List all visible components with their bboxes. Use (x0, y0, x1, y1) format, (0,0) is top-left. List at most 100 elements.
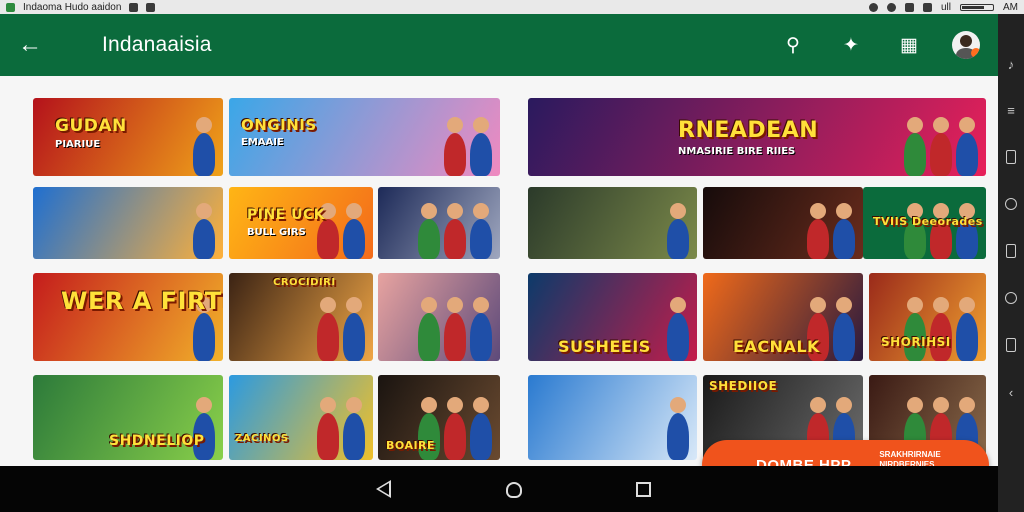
window-icon[interactable] (1006, 244, 1016, 258)
game-tile[interactable]: SUSHEEIS (528, 273, 697, 361)
character-head (907, 296, 923, 313)
game-title: SUSHEEIS (558, 337, 651, 356)
signal-text: ull (940, 1, 951, 13)
game-tile[interactable]: EACNALK (703, 273, 863, 361)
character-head (473, 203, 489, 220)
character-head (933, 296, 949, 313)
game-tile[interactable] (703, 187, 863, 259)
game-title: ZACINOS (235, 433, 289, 444)
character-head (810, 296, 826, 313)
nav-home-icon[interactable] (506, 482, 522, 498)
game-tile[interactable]: WER A FIRTIIA (33, 273, 223, 361)
character-head (933, 397, 949, 414)
character-head (810, 397, 826, 414)
game-title: SHORIHSI (881, 335, 951, 349)
game-title: SHEDIIOE (709, 379, 778, 393)
character-figure (956, 133, 978, 176)
character-figure (317, 312, 339, 361)
game-tile[interactable]: BOAIRE (378, 375, 500, 460)
character-head (836, 397, 852, 414)
character-head (447, 397, 463, 414)
nav-back-icon[interactable] (376, 480, 391, 498)
game-tile[interactable]: PINE UCK BULL GIRS (229, 187, 373, 259)
game-title: BOAIRE (386, 439, 436, 452)
character-figure (193, 133, 215, 176)
game-title: WER A FIRTIIA (61, 287, 223, 315)
search-icon[interactable]: ⚲ (778, 30, 808, 60)
character-head (836, 296, 852, 313)
character-figure (470, 413, 492, 460)
character-figure (444, 312, 466, 361)
game-tile[interactable]: TVIIS Deeorades (863, 187, 986, 259)
character-figure (667, 312, 689, 361)
page-title: Indanaaisia (102, 33, 212, 56)
game-tile[interactable]: SHORIHSI (869, 273, 986, 361)
character-head (421, 296, 437, 313)
nav-recents-icon[interactable] (636, 482, 651, 497)
chevron-left-icon[interactable]: ‹ (1005, 385, 1017, 400)
character-head (196, 203, 212, 220)
character-figure (317, 219, 339, 259)
bluetooth-icon (922, 2, 932, 12)
game-tile[interactable]: ONGINIS EMAAIE (229, 98, 500, 176)
game-subtitle: NMASIRIE BIRE RIIES (678, 146, 796, 157)
location-icon (886, 2, 896, 12)
character-figure (807, 219, 829, 259)
character-head (670, 296, 686, 313)
app-bar: ← Indanaaisia ⚲ ✦ ▦ (0, 14, 998, 76)
game-tile[interactable] (528, 375, 697, 460)
character-figure (930, 133, 952, 176)
game-subtitle: PIARIUE (55, 139, 101, 150)
menu-icon[interactable]: ≡ (1005, 103, 1017, 118)
character-head (810, 203, 826, 220)
game-tile[interactable]: GUDAN PIARIUE (33, 98, 223, 176)
character-head (670, 203, 686, 220)
character-head (421, 397, 437, 414)
character-figure (470, 312, 492, 361)
game-tile[interactable] (528, 187, 697, 259)
gallery-icon (146, 2, 156, 12)
qr-code-icon[interactable]: ▦ (894, 30, 924, 60)
avatar[interactable] (952, 31, 980, 59)
character-head (907, 397, 923, 414)
back-arrow-icon[interactable]: ← (18, 31, 54, 59)
status-corner-text: AM (1003, 1, 1018, 13)
game-tile[interactable]: SHDNELIOP (33, 375, 223, 460)
character-figure (193, 219, 215, 259)
character-figure (343, 413, 365, 460)
game-title: ONGINIS (241, 116, 317, 134)
game-tile[interactable] (378, 187, 500, 259)
game-title: SHDNELIOP (109, 433, 205, 449)
game-tile[interactable]: ZACINOS (229, 375, 373, 460)
game-tile[interactable]: RNEADEAN NMASIRIE BIRE RIIES (528, 98, 986, 176)
image-icon (129, 2, 139, 12)
game-title: PINE UCK (247, 207, 326, 223)
wifi-icon (868, 2, 878, 12)
character-head (320, 296, 336, 313)
character-figure (667, 219, 689, 259)
character-figure (956, 312, 978, 361)
character-figure (444, 219, 466, 259)
music-icon[interactable]: ♪ (1005, 57, 1017, 72)
record-icon[interactable] (1005, 292, 1017, 304)
character-figure (904, 133, 926, 176)
character-head (933, 117, 949, 134)
character-figure (418, 312, 440, 361)
tablet-icon[interactable] (1006, 150, 1016, 164)
character-head (196, 117, 212, 134)
character-head (320, 397, 336, 414)
circle-icon[interactable] (1005, 198, 1017, 210)
game-tile[interactable] (33, 187, 223, 259)
square-icon[interactable] (1006, 338, 1016, 352)
character-figure (343, 312, 365, 361)
game-subtitle: BULL GIRS (247, 227, 306, 238)
game-tile[interactable]: CROCIDIRI (229, 273, 373, 361)
character-head (447, 203, 463, 220)
character-figure (418, 413, 440, 460)
navigation-bar (0, 466, 998, 512)
share-icon[interactable]: ✦ (836, 30, 866, 60)
game-grid: GUDAN PIARIUE ONGINIS EMAAIE RNEADEAN NMASIRI… (0, 76, 998, 466)
game-tile[interactable] (378, 273, 500, 361)
character-head (421, 203, 437, 220)
character-figure (444, 413, 466, 460)
